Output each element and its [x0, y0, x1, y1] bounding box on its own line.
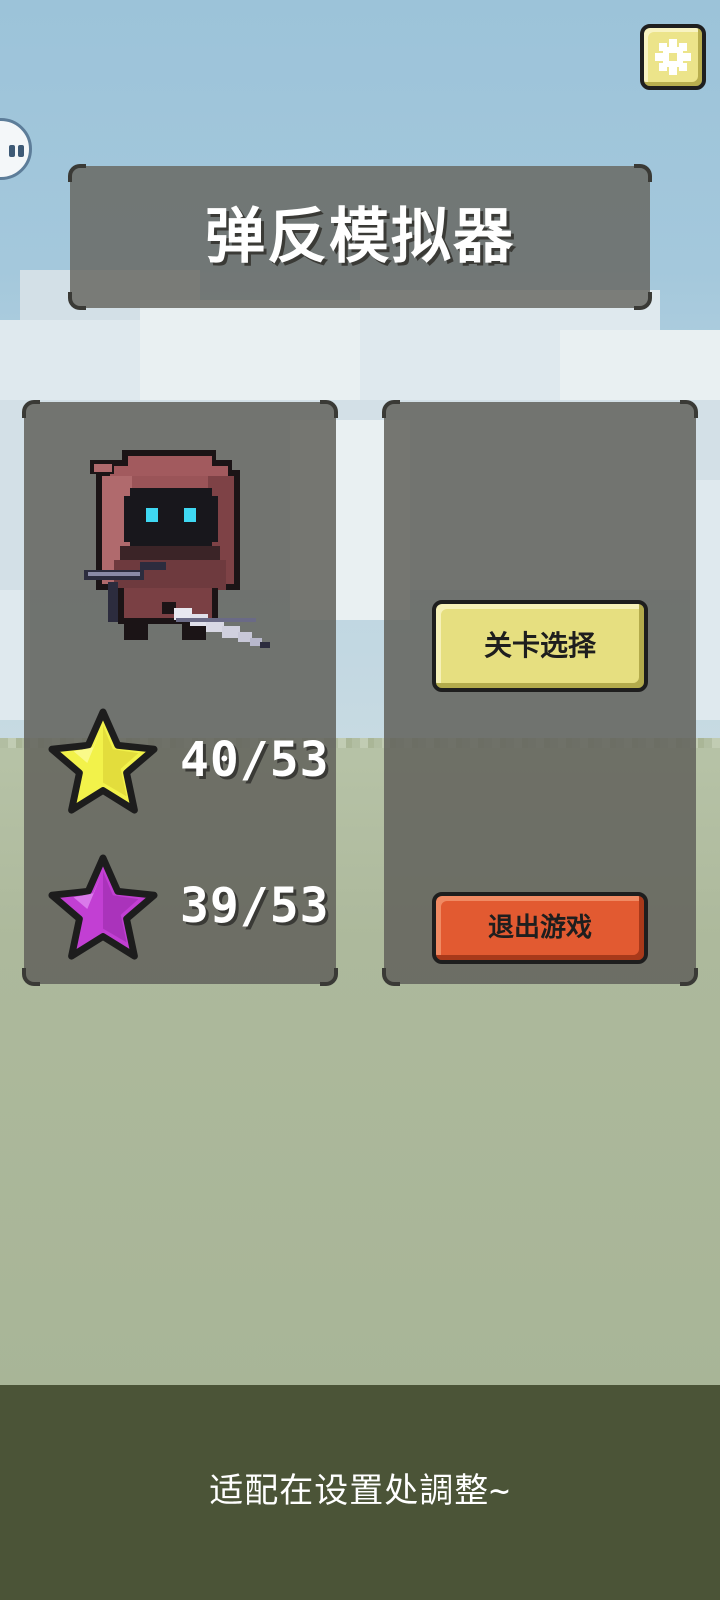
bubble-eye-right	[18, 145, 24, 157]
gear-icon	[655, 39, 691, 75]
gold-star-count: 40/53	[180, 732, 330, 788]
footer-hint: 适配在设置处調整~	[209, 1471, 511, 1511]
menu-panel: 关卡选择 退出游戏	[382, 400, 698, 986]
panel-corner	[22, 400, 40, 418]
purple-star-icon	[48, 854, 158, 960]
game-title: 弹反模拟器	[205, 202, 515, 272]
cloud	[560, 330, 720, 410]
exit-game-button[interactable]: 退出游戏	[432, 892, 648, 964]
gold-star-icon	[48, 708, 158, 814]
footer-bar: 适配在设置处調整~	[0, 1385, 720, 1600]
purple-star-count: 39/53	[180, 878, 330, 934]
bubble-eye-left	[9, 145, 15, 157]
title-panel: 弹反模拟器	[68, 164, 652, 310]
hooded-swordsman-character	[84, 450, 270, 648]
settings-button[interactable]	[640, 24, 706, 90]
level-select-button[interactable]: 关卡选择	[432, 600, 648, 692]
player-stats-panel: 40/53 39/53	[22, 400, 338, 986]
panel-corner	[382, 400, 400, 418]
